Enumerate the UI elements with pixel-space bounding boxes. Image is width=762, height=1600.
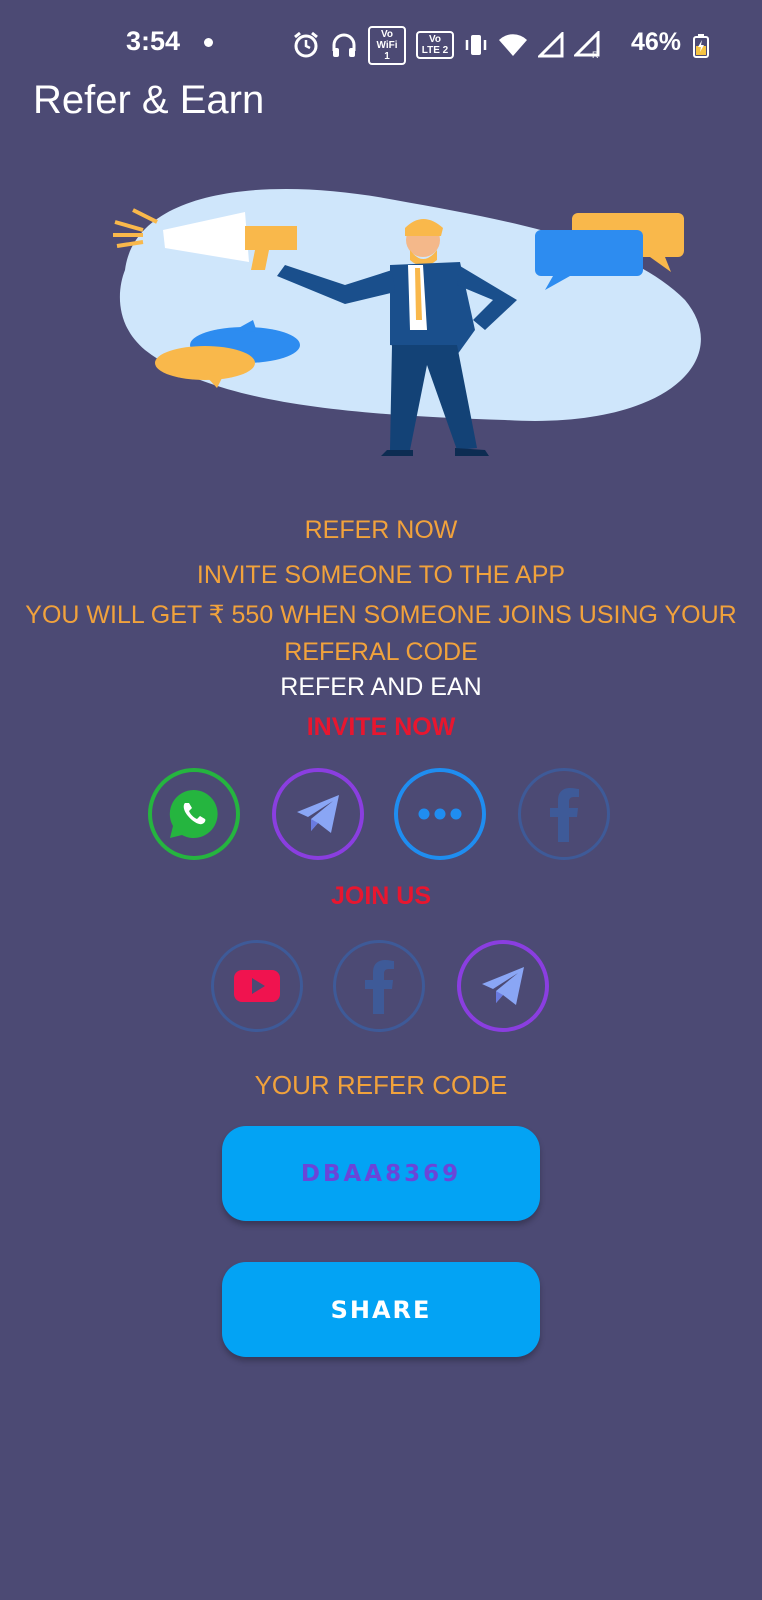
battery-percent: 46% bbox=[631, 28, 682, 56]
facebook-icon bbox=[550, 788, 579, 842]
invite-now-heading: INVITE NOW bbox=[306, 713, 456, 741]
refer-code-button[interactable]: DBAA8369 bbox=[222, 1126, 540, 1221]
invite-more-button[interactable] bbox=[394, 768, 486, 860]
alarm-icon bbox=[294, 31, 318, 58]
refer-now-heading: REFER NOW bbox=[304, 516, 458, 544]
invite-line: INVITE SOMEONE TO THE APP bbox=[196, 561, 566, 589]
share-button[interactable]: SHARE bbox=[222, 1262, 540, 1357]
join-facebook-button[interactable] bbox=[333, 940, 425, 1032]
notification-dot-icon bbox=[204, 38, 213, 47]
refer-and-earn-text: REFER AND EAN bbox=[280, 673, 482, 701]
svg-text:R: R bbox=[592, 50, 599, 59]
signal-roaming-icon: R bbox=[574, 31, 600, 59]
telegram-icon bbox=[297, 795, 339, 833]
reward-text: YOU WILL GET ₹ 550 WHEN SOMEONE JOINS US… bbox=[25, 601, 737, 666]
headphones-icon bbox=[332, 33, 356, 57]
your-refer-code-label: YOUR REFER CODE bbox=[254, 1070, 508, 1100]
status-time: 3:54 bbox=[126, 26, 181, 56]
status-icons: Vo WiFi 1 Vo LTE 2 R bbox=[292, 25, 602, 65]
telegram-icon bbox=[482, 967, 524, 1005]
join-us-heading: JOIN US bbox=[330, 882, 432, 910]
share-button-label: SHARE bbox=[330, 1295, 432, 1324]
more-options-icon bbox=[418, 808, 462, 820]
vowifi-badge-icon: Vo WiFi 1 bbox=[368, 25, 406, 65]
whatsapp-icon bbox=[169, 789, 218, 838]
signal-icon bbox=[538, 32, 564, 58]
join-youtube-button[interactable] bbox=[211, 940, 303, 1032]
invite-telegram-button[interactable] bbox=[272, 768, 364, 860]
refer-illustration bbox=[113, 188, 701, 456]
invite-facebook-button[interactable] bbox=[518, 768, 610, 860]
invite-whatsapp-button[interactable] bbox=[148, 768, 240, 860]
refer-code-value: DBAA8369 bbox=[300, 1160, 462, 1187]
wifi-icon bbox=[499, 34, 527, 56]
status-bar: 3:54 Vo WiFi 1 Vo LTE 2 R 46% bbox=[0, 0, 762, 90]
battery-charging-icon bbox=[693, 34, 709, 58]
facebook-icon bbox=[365, 960, 394, 1014]
youtube-icon bbox=[234, 970, 280, 1002]
page-title: Refer & Earn bbox=[33, 78, 265, 122]
vibrate-icon bbox=[465, 35, 487, 55]
volte-badge-icon: Vo LTE 2 bbox=[416, 31, 454, 59]
join-telegram-button[interactable] bbox=[457, 940, 549, 1032]
